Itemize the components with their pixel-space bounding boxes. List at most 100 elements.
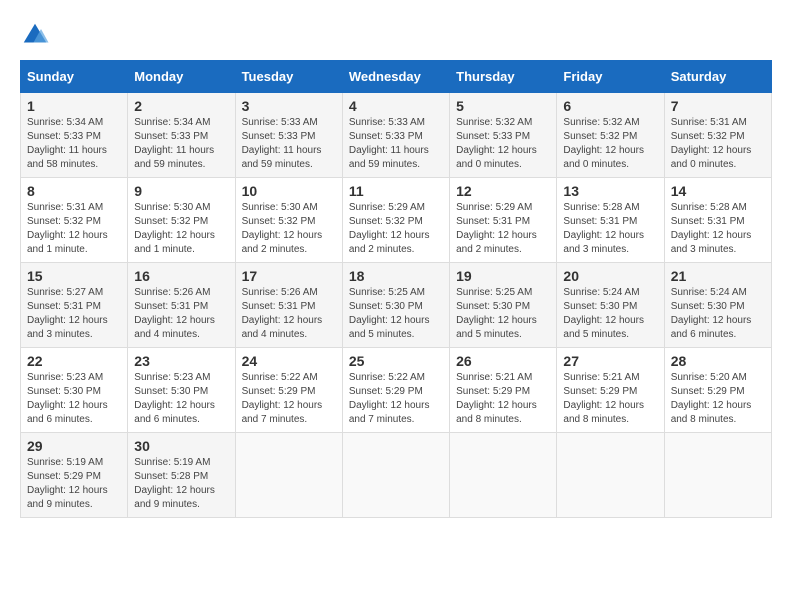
day-number: 5 xyxy=(456,98,550,114)
day-number: 16 xyxy=(134,268,228,284)
calendar-cell xyxy=(235,433,342,518)
calendar-cell: 4Sunrise: 5:33 AM Sunset: 5:33 PM Daylig… xyxy=(342,93,449,178)
day-number: 2 xyxy=(134,98,228,114)
calendar-header-row: SundayMondayTuesdayWednesdayThursdayFrid… xyxy=(21,61,772,93)
calendar-cell: 26Sunrise: 5:21 AM Sunset: 5:29 PM Dayli… xyxy=(450,348,557,433)
day-number: 4 xyxy=(349,98,443,114)
day-number: 21 xyxy=(671,268,765,284)
day-number: 11 xyxy=(349,183,443,199)
calendar-cell: 9 Sunrise: 5:30 AM Sunset: 5:32 PM Daylig… xyxy=(128,178,235,263)
calendar-cell xyxy=(664,433,771,518)
calendar-cell: 17 Sunrise: 5:26 AM Sunset: 5:31 PM Dayli… xyxy=(235,263,342,348)
calendar-cell xyxy=(557,433,664,518)
calendar-week-3: 22 Sunrise: 5:23 AM Sunset: 5:30 PM Dayli… xyxy=(21,348,772,433)
day-info: Sunrise: 5:33 AM Sunset: 5:33 PM Dayligh… xyxy=(242,116,336,172)
day-number: 23 xyxy=(134,353,228,369)
calendar-week-1: 8 Sunrise: 5:31 AM Sunset: 5:32 PM Daylig… xyxy=(21,178,772,263)
day-info: Sunrise: 5:34 AM Sunset: 5:33 PM Dayligh… xyxy=(134,116,228,172)
day-info: Sunrise: 5:29 AM Sunset: 5:31 PM Dayligh… xyxy=(456,201,550,257)
day-number: 22 xyxy=(27,353,121,369)
calendar-cell: 11 Sunrise: 5:29 AM Sunset: 5:32 PM Dayli… xyxy=(342,178,449,263)
column-header-wednesday: Wednesday xyxy=(342,61,449,93)
day-info: Sunrise: 5:30 AM Sunset: 5:32 PM Dayligh… xyxy=(242,201,336,257)
calendar-cell: 21 Sunrise: 5:24 AM Sunset: 5:30 PM Dayli… xyxy=(664,263,771,348)
column-header-tuesday: Tuesday xyxy=(235,61,342,93)
column-header-monday: Monday xyxy=(128,61,235,93)
day-number: 17 xyxy=(242,268,336,284)
day-info: Sunrise: 5:22 AM Sunset: 5:29 PM Dayligh… xyxy=(349,371,443,427)
day-info: Sunrise: 5:25 AM Sunset: 5:30 PM Dayligh… xyxy=(456,286,550,342)
day-number: 28 xyxy=(671,353,765,369)
day-number: 18 xyxy=(349,268,443,284)
calendar-cell: 19 Sunrise: 5:25 AM Sunset: 5:30 PM Dayli… xyxy=(450,263,557,348)
column-header-thursday: Thursday xyxy=(450,61,557,93)
day-info: Sunrise: 5:28 AM Sunset: 5:31 PM Dayligh… xyxy=(671,201,765,257)
day-info: Sunrise: 5:31 AM Sunset: 5:32 PM Dayligh… xyxy=(27,201,121,257)
calendar-week-2: 15 Sunrise: 5:27 AM Sunset: 5:31 PM Dayli… xyxy=(21,263,772,348)
calendar-cell: 5Sunrise: 5:32 AM Sunset: 5:33 PM Daylig… xyxy=(450,93,557,178)
calendar-cell: 30Sunrise: 5:19 AM Sunset: 5:28 PM Dayli… xyxy=(128,433,235,518)
calendar-cell: 18 Sunrise: 5:25 AM Sunset: 5:30 PM Dayli… xyxy=(342,263,449,348)
calendar-cell: 14 Sunrise: 5:28 AM Sunset: 5:31 PM Dayli… xyxy=(664,178,771,263)
day-info: Sunrise: 5:21 AM Sunset: 5:29 PM Dayligh… xyxy=(456,371,550,427)
day-info: Sunrise: 5:19 AM Sunset: 5:29 PM Dayligh… xyxy=(27,456,121,512)
calendar-cell: 16 Sunrise: 5:26 AM Sunset: 5:31 PM Dayli… xyxy=(128,263,235,348)
day-number: 12 xyxy=(456,183,550,199)
day-number: 24 xyxy=(242,353,336,369)
page-header xyxy=(20,20,772,50)
day-number: 13 xyxy=(563,183,657,199)
calendar-table: SundayMondayTuesdayWednesdayThursdayFrid… xyxy=(20,60,772,518)
calendar-cell: 29 Sunrise: 5:19 AM Sunset: 5:29 PM Dayli… xyxy=(21,433,128,518)
day-info: Sunrise: 5:27 AM Sunset: 5:31 PM Dayligh… xyxy=(27,286,121,342)
calendar-cell: 7 Sunrise: 5:31 AM Sunset: 5:32 PM Daylig… xyxy=(664,93,771,178)
column-header-friday: Friday xyxy=(557,61,664,93)
day-number: 14 xyxy=(671,183,765,199)
day-info: Sunrise: 5:34 AM Sunset: 5:33 PM Dayligh… xyxy=(27,116,121,172)
calendar-cell: 10 Sunrise: 5:30 AM Sunset: 5:32 PM Dayli… xyxy=(235,178,342,263)
day-number: 8 xyxy=(27,183,121,199)
day-number: 25 xyxy=(349,353,443,369)
calendar-cell: 25 Sunrise: 5:22 AM Sunset: 5:29 PM Dayli… xyxy=(342,348,449,433)
day-info: Sunrise: 5:23 AM Sunset: 5:30 PM Dayligh… xyxy=(27,371,121,427)
day-number: 15 xyxy=(27,268,121,284)
calendar-cell: 24Sunrise: 5:22 AM Sunset: 5:29 PM Dayli… xyxy=(235,348,342,433)
calendar-cell: 12 Sunrise: 5:29 AM Sunset: 5:31 PM Dayli… xyxy=(450,178,557,263)
calendar-cell xyxy=(342,433,449,518)
column-header-saturday: Saturday xyxy=(664,61,771,93)
column-header-sunday: Sunday xyxy=(21,61,128,93)
calendar-cell: 6 Sunrise: 5:32 AM Sunset: 5:32 PM Daylig… xyxy=(557,93,664,178)
day-number: 30 xyxy=(134,438,228,454)
day-info: Sunrise: 5:24 AM Sunset: 5:30 PM Dayligh… xyxy=(671,286,765,342)
day-info: Sunrise: 5:29 AM Sunset: 5:32 PM Dayligh… xyxy=(349,201,443,257)
calendar-cell xyxy=(450,433,557,518)
day-info: Sunrise: 5:26 AM Sunset: 5:31 PM Dayligh… xyxy=(134,286,228,342)
calendar-cell: 1Sunrise: 5:34 AM Sunset: 5:33 PM Daylig… xyxy=(21,93,128,178)
day-info: Sunrise: 5:25 AM Sunset: 5:30 PM Dayligh… xyxy=(349,286,443,342)
calendar-cell: 13Sunrise: 5:28 AM Sunset: 5:31 PM Dayli… xyxy=(557,178,664,263)
logo-icon xyxy=(20,20,50,50)
day-number: 7 xyxy=(671,98,765,114)
day-info: Sunrise: 5:30 AM Sunset: 5:32 PM Dayligh… xyxy=(134,201,228,257)
day-info: Sunrise: 5:32 AM Sunset: 5:32 PM Dayligh… xyxy=(563,116,657,172)
day-number: 20 xyxy=(563,268,657,284)
calendar-cell: 23 Sunrise: 5:23 AM Sunset: 5:30 PM Dayli… xyxy=(128,348,235,433)
calendar-week-0: 1Sunrise: 5:34 AM Sunset: 5:33 PM Daylig… xyxy=(21,93,772,178)
calendar-cell: 27Sunrise: 5:21 AM Sunset: 5:29 PM Dayli… xyxy=(557,348,664,433)
day-number: 3 xyxy=(242,98,336,114)
day-number: 19 xyxy=(456,268,550,284)
calendar-cell: 2 Sunrise: 5:34 AM Sunset: 5:33 PM Daylig… xyxy=(128,93,235,178)
calendar-week-4: 29 Sunrise: 5:19 AM Sunset: 5:29 PM Dayli… xyxy=(21,433,772,518)
day-info: Sunrise: 5:23 AM Sunset: 5:30 PM Dayligh… xyxy=(134,371,228,427)
day-number: 9 xyxy=(134,183,228,199)
day-info: Sunrise: 5:31 AM Sunset: 5:32 PM Dayligh… xyxy=(671,116,765,172)
day-number: 29 xyxy=(27,438,121,454)
calendar-cell: 28Sunrise: 5:20 AM Sunset: 5:29 PM Dayli… xyxy=(664,348,771,433)
day-info: Sunrise: 5:24 AM Sunset: 5:30 PM Dayligh… xyxy=(563,286,657,342)
day-number: 6 xyxy=(563,98,657,114)
calendar-cell: 8 Sunrise: 5:31 AM Sunset: 5:32 PM Daylig… xyxy=(21,178,128,263)
day-info: Sunrise: 5:21 AM Sunset: 5:29 PM Dayligh… xyxy=(563,371,657,427)
day-info: Sunrise: 5:26 AM Sunset: 5:31 PM Dayligh… xyxy=(242,286,336,342)
day-number: 10 xyxy=(242,183,336,199)
calendar-cell: 15 Sunrise: 5:27 AM Sunset: 5:31 PM Dayli… xyxy=(21,263,128,348)
calendar-cell: 3 Sunrise: 5:33 AM Sunset: 5:33 PM Daylig… xyxy=(235,93,342,178)
